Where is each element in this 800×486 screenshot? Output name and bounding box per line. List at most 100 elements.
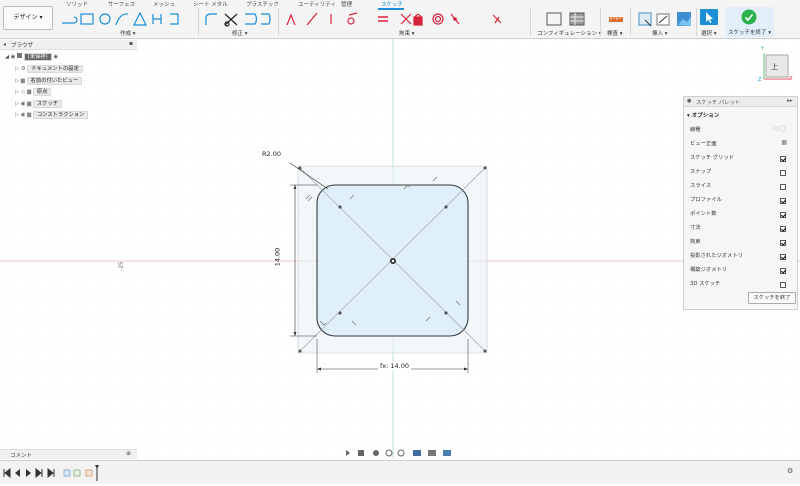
browser-header[interactable]: ◂ ブラウザ ▪ xyxy=(0,40,137,50)
palette-row-slice: スライス xyxy=(690,181,790,195)
palette-row-dimensions: 寸法 xyxy=(690,223,790,237)
configuration-icon[interactable] xyxy=(545,11,590,27)
eye-icon[interactable]: ◉ xyxy=(21,101,26,107)
modify-tools-icons[interactable] xyxy=(203,11,273,27)
axis-y-label: Y xyxy=(761,46,765,52)
select-button[interactable] xyxy=(700,9,718,25)
snap-checkbox[interactable] xyxy=(780,170,786,176)
grid-checkbox[interactable] xyxy=(780,156,786,162)
finish-sketch-label: スケッチを終了 xyxy=(728,30,767,36)
measure-icon[interactable] xyxy=(608,11,624,27)
tab-solid[interactable]: ソリッド xyxy=(66,0,88,8)
eye-icon[interactable]: ◉ xyxy=(11,54,16,60)
row-label: 投影されたジオメトリ xyxy=(690,253,743,259)
projected-geometry-checkbox[interactable] xyxy=(780,254,786,260)
slice-checkbox[interactable] xyxy=(780,184,786,190)
group-constrain[interactable]: 拘束 ▾ xyxy=(399,29,415,37)
constraint-tools-icons[interactable] xyxy=(283,11,533,27)
row-label: ポイント数 xyxy=(690,211,717,217)
tab-sheet-metal[interactable]: シート メタル xyxy=(193,0,228,8)
panel-toggle-icon[interactable]: ▪ xyxy=(129,40,133,47)
palette-row-profile: プロファイル xyxy=(690,195,790,209)
points-checkbox[interactable] xyxy=(780,212,786,218)
tab-mesh[interactable]: メッシュ xyxy=(153,0,175,8)
gear-icon: ⚙ xyxy=(20,66,26,72)
insert-icons[interactable] xyxy=(637,11,693,27)
root-label: (未保存) xyxy=(23,53,52,61)
add-comment-icon[interactable]: ⊕ xyxy=(126,450,131,457)
palette-row-linetype: 線種 ◁ ◯ xyxy=(690,125,790,139)
linetype-icon[interactable]: ◁ ◯ xyxy=(773,125,786,132)
timeline-settings-icon[interactable]: ⚙ xyxy=(787,467,793,475)
3d-sketch-checkbox[interactable] xyxy=(780,282,786,288)
palette-row-points: ポイント数 xyxy=(690,209,790,223)
create-tools-icons[interactable] xyxy=(60,11,195,27)
constraints-checkbox[interactable] xyxy=(780,240,786,246)
comments-title: コメント xyxy=(10,453,33,459)
row-label: スライス xyxy=(690,183,712,189)
folder-icon: ▆ xyxy=(27,112,32,118)
tree-item-origin[interactable]: ▷ ◎ ▆ 原点 xyxy=(15,87,52,96)
sketch-palette: ● スケッチ パレット ▸▸ ▾ オプション 線種 ◁ ◯ ビュー正面 ▦ スケ… xyxy=(683,96,798,310)
tree-root[interactable]: ◢ ◉ (未保存) ◉ xyxy=(5,52,58,61)
tab-utility[interactable]: ユーティリティ xyxy=(298,0,336,8)
row-label: 線種 xyxy=(690,127,701,133)
radius-dimension[interactable]: R2.00 xyxy=(262,150,281,158)
row-label: ビュー正面 xyxy=(690,141,717,147)
palette-row-constraints: 拘束 xyxy=(690,237,790,251)
tree-item-sketches[interactable]: ▷ ◉ ▆ スケッチ xyxy=(15,99,63,108)
tree-item-label: スケッチ xyxy=(32,100,63,108)
profile-checkbox[interactable] xyxy=(780,198,786,204)
timeline-controls[interactable] xyxy=(0,461,130,484)
tree-item-named-views[interactable]: ▷ ▆ 名前の付いたビュー xyxy=(15,76,83,85)
viewcube[interactable]: 上 Y X Z xyxy=(758,46,794,85)
palette-header[interactable]: ● スケッチ パレット ▸▸ xyxy=(684,97,797,107)
palette-expand-icon[interactable]: ▸▸ xyxy=(787,98,793,104)
document-icon xyxy=(17,53,23,58)
tab-plastic[interactable]: プラスチック xyxy=(246,0,279,8)
tab-surface[interactable]: サーフェス xyxy=(108,0,135,8)
workspace-switcher[interactable]: デザイン ▾ xyxy=(3,6,53,30)
tree-item-construction[interactable]: ▷ ◉ ▆ コンストラクション xyxy=(15,110,89,119)
tab-manage[interactable]: 管理 xyxy=(341,0,352,8)
group-inspect[interactable]: 検査 ▾ xyxy=(607,29,623,37)
group-insert[interactable]: 挿入 ▾ xyxy=(652,29,668,37)
group-create[interactable]: 作成 ▾ xyxy=(120,29,136,37)
palette-row-construction: 構築ジオメトリ xyxy=(690,265,790,279)
eye-icon[interactable]: ◉ xyxy=(21,112,26,118)
dimensions-checkbox[interactable] xyxy=(780,226,786,232)
palette-section-options[interactable]: ▾ オプション xyxy=(687,111,719,119)
navigation-bar xyxy=(343,448,459,458)
navigation-icons[interactable] xyxy=(343,448,459,458)
toolbar: デザイン ▾ ソリッド サーフェス メッシュ シート メタル プラスチック ユー… xyxy=(0,0,800,39)
finish-sketch-toolbar-button[interactable]: スケッチを終了 ▾ xyxy=(725,7,774,37)
axis-x-label: X xyxy=(789,76,793,82)
palette-row-snap: スナップ xyxy=(690,167,790,181)
width-dimension[interactable]: fx: 14.00 xyxy=(378,362,411,370)
eye-hidden-icon[interactable]: ◎ xyxy=(21,89,26,95)
tree-item-label: 原点 xyxy=(32,88,52,96)
group-configuration[interactable]: コンフィギュレーション ▾ xyxy=(537,29,602,37)
palette-title: スケッチ パレット xyxy=(696,100,741,106)
finish-sketch-button[interactable]: スケッチを終了 xyxy=(748,292,796,304)
palette-row-projected: 投影されたジオメトリ xyxy=(690,251,790,265)
height-dimension[interactable]: 14.00 xyxy=(273,248,281,267)
construction-geometry-checkbox[interactable] xyxy=(780,268,786,274)
tab-sketch[interactable]: スケッチ xyxy=(381,0,403,8)
radio-icon[interactable]: ◉ xyxy=(53,54,58,60)
comments-bar[interactable]: コメント ⊕ xyxy=(0,449,137,459)
tree-item-label: ドキュメントの設定 xyxy=(27,65,83,73)
viewport[interactable]: R2.00 14.00 fx: 14.00 -25 xyxy=(0,39,800,459)
timeline: ⚙ xyxy=(0,460,800,484)
tree-item-document-settings[interactable]: ▷ ⚙ ドキュメントの設定 xyxy=(15,64,83,73)
group-select[interactable]: 選択 ▾ xyxy=(701,29,717,37)
axis-z-label: Z xyxy=(758,77,762,83)
collapse-icon[interactable]: ◂ xyxy=(3,41,6,48)
palette-row-grid: スケッチ グリッド xyxy=(690,153,790,167)
look-at-icon[interactable]: ▦ xyxy=(781,139,787,146)
row-label: プロファイル xyxy=(690,197,722,203)
viewcube-face-label: 上 xyxy=(771,63,778,71)
group-modify[interactable]: 修正 ▾ xyxy=(232,29,248,37)
folder-icon: ▆ xyxy=(27,101,32,107)
browser-title: ブラウザ xyxy=(11,43,34,49)
